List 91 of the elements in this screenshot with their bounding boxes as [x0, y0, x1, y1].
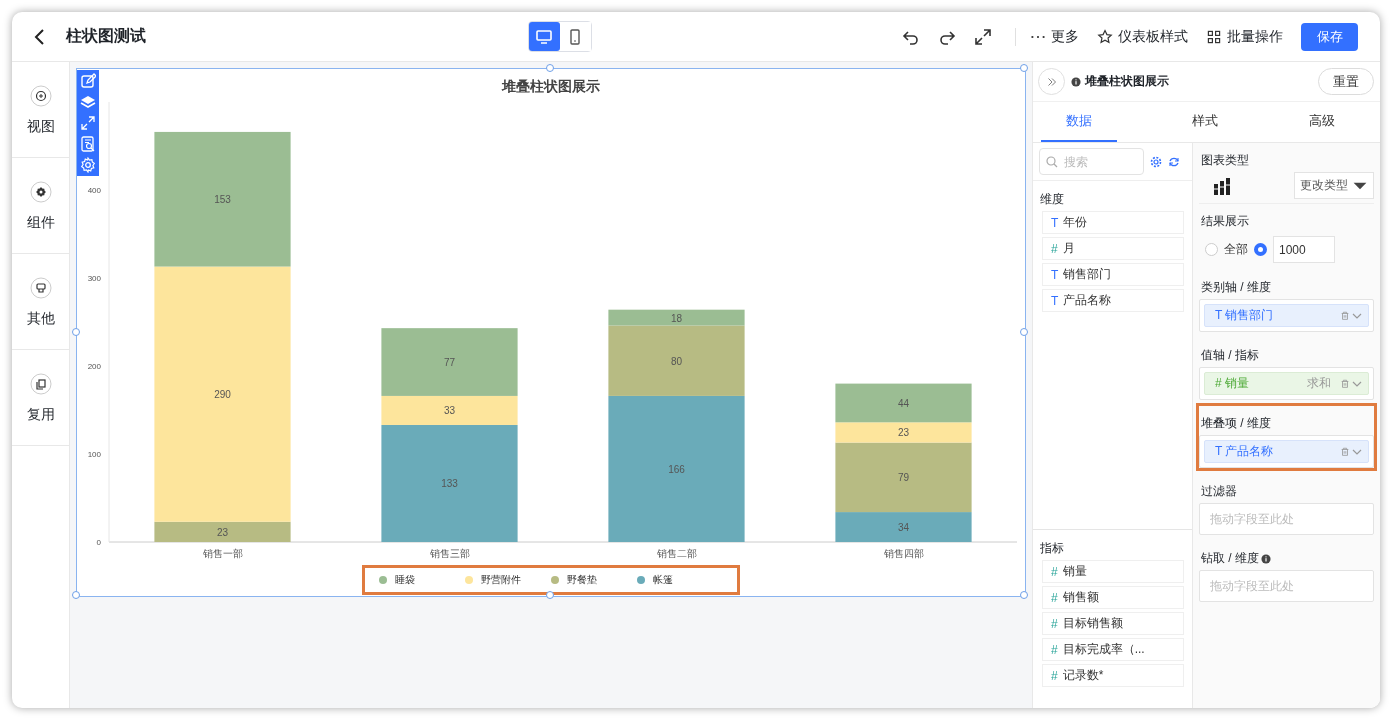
- axis-category-label: 销售四部: [883, 548, 924, 559]
- radio-button[interactable]: [1205, 243, 1218, 256]
- resize-handle[interactable]: [72, 591, 80, 599]
- info-icon: [1071, 76, 1081, 87]
- sidebar-item[interactable]: 组件: [12, 158, 69, 254]
- data-label: 153: [214, 194, 231, 206]
- trash-icon: [1340, 310, 1350, 321]
- section-label: 图表类型: [1200, 152, 1250, 169]
- data-label: 33: [443, 405, 456, 417]
- legend-label: 睡袋: [395, 573, 415, 587]
- reset-button[interactable]: 重置: [1318, 68, 1374, 95]
- section-label: 钻取 / 维度: [1201, 550, 1259, 567]
- resize-handle[interactable]: [1020, 64, 1028, 72]
- search-icon: [1046, 156, 1058, 168]
- field-item[interactable]: T 年份: [1042, 211, 1184, 234]
- more-button[interactable]: 更多: [1030, 27, 1079, 46]
- section-heading: 维度: [1039, 191, 1065, 208]
- data-label: 34: [897, 522, 910, 534]
- resize-handle[interactable]: [546, 591, 554, 599]
- resize-handle[interactable]: [1020, 327, 1028, 336]
- section-label: 类别轴 / 维度: [1201, 279, 1271, 296]
- field-chip[interactable]: T 产品名称: [1204, 440, 1369, 463]
- star-icon: [1097, 28, 1113, 45]
- data-label: 44: [897, 397, 910, 409]
- section-label: 堆叠项 / 维度: [1201, 415, 1271, 432]
- trash-icon: [1340, 446, 1350, 457]
- axis-tick-label: 300: [87, 274, 101, 283]
- field-chip[interactable]: T 销售部门: [1204, 304, 1369, 327]
- data-label: 166: [668, 463, 685, 475]
- section-label: 结果展示: [1200, 213, 1250, 230]
- section-heading: 指标: [1039, 540, 1065, 557]
- legend-label: 帐篷: [653, 573, 673, 587]
- data-label: 80: [670, 355, 683, 367]
- page-title: 柱状图测试: [66, 26, 146, 46]
- data-label: 18: [670, 312, 683, 324]
- plus-circle-icon: [28, 83, 53, 108]
- axis-category-label: 销售一部: [202, 548, 243, 559]
- section-label: 过滤器: [1201, 483, 1237, 500]
- field-item[interactable]: # 目标销售额: [1042, 612, 1184, 635]
- field-item[interactable]: T 销售部门: [1042, 263, 1184, 286]
- data-label: 77: [443, 357, 456, 369]
- section-label: 值轴 / 指标: [1201, 347, 1259, 364]
- field-item[interactable]: # 记录数*: [1042, 664, 1184, 687]
- sidebar-item[interactable]: 复用: [12, 350, 69, 446]
- sidebar-item[interactable]: 视图: [12, 62, 69, 158]
- aggregate-label: 求和: [1307, 375, 1331, 392]
- chart-title: 堆叠柱状图展示: [500, 77, 601, 96]
- tab[interactable]: 数据: [1041, 102, 1117, 142]
- batch-button[interactable]: 批量操作: [1206, 27, 1283, 46]
- data-label: 290: [214, 389, 231, 401]
- data-label: 23: [216, 526, 229, 538]
- resize-handle[interactable]: [546, 64, 554, 72]
- limit-input[interactable]: 1000: [1273, 236, 1335, 263]
- refresh-icon[interactable]: [1168, 155, 1180, 168]
- field-item[interactable]: # 销量: [1042, 560, 1184, 583]
- style-button[interactable]: 仪表板样式: [1097, 27, 1188, 46]
- legend-label: 野营附件: [481, 573, 521, 587]
- panel-title: 堆叠柱状图展示: [1085, 73, 1169, 90]
- stamp-icon: [28, 275, 53, 300]
- radio-label: 全部: [1224, 241, 1248, 258]
- search-field[interactable]: 搜索: [1039, 148, 1144, 175]
- expand-arrows-icon[interactable]: [973, 26, 993, 47]
- axis-tick-label: 100: [87, 450, 101, 459]
- gear-icon: [28, 179, 53, 204]
- copy-icon: [28, 371, 53, 396]
- data-label: 23: [897, 427, 910, 439]
- field-item[interactable]: T 产品名称: [1042, 289, 1184, 312]
- field-item[interactable]: # 销售额: [1042, 586, 1184, 609]
- change-type-dropdown[interactable]: 更改类型: [1294, 172, 1374, 199]
- tab[interactable]: 高级: [1263, 102, 1380, 142]
- axis-category-label: 销售三部: [429, 548, 470, 559]
- radio-button[interactable]: [1254, 243, 1267, 256]
- field-item[interactable]: # 月: [1042, 237, 1184, 260]
- gear-icon[interactable]: [1150, 155, 1162, 168]
- sidebar-item[interactable]: 其他: [12, 254, 69, 350]
- trash-icon: [1340, 378, 1350, 389]
- axis-category-label: 销售二部: [656, 548, 697, 559]
- data-label: 133: [441, 478, 458, 490]
- axis-tick-label: 400: [87, 186, 101, 195]
- resize-handle[interactable]: [72, 327, 80, 336]
- legend-label: 野餐垫: [567, 573, 597, 587]
- save-button[interactable]: 保存: [1301, 22, 1358, 51]
- field-item[interactable]: # 目标完成率（...: [1042, 638, 1184, 661]
- grid-icon: [1206, 28, 1222, 45]
- dots-icon: [1030, 34, 1046, 39]
- data-label: 79: [897, 472, 910, 484]
- axis-tick-label: 200: [87, 362, 101, 371]
- desktop-view-toggle[interactable]: [528, 22, 560, 51]
- resize-handle[interactable]: [1020, 591, 1028, 599]
- tab[interactable]: 样式: [1147, 102, 1264, 142]
- axis-tick-label: 0: [96, 538, 101, 547]
